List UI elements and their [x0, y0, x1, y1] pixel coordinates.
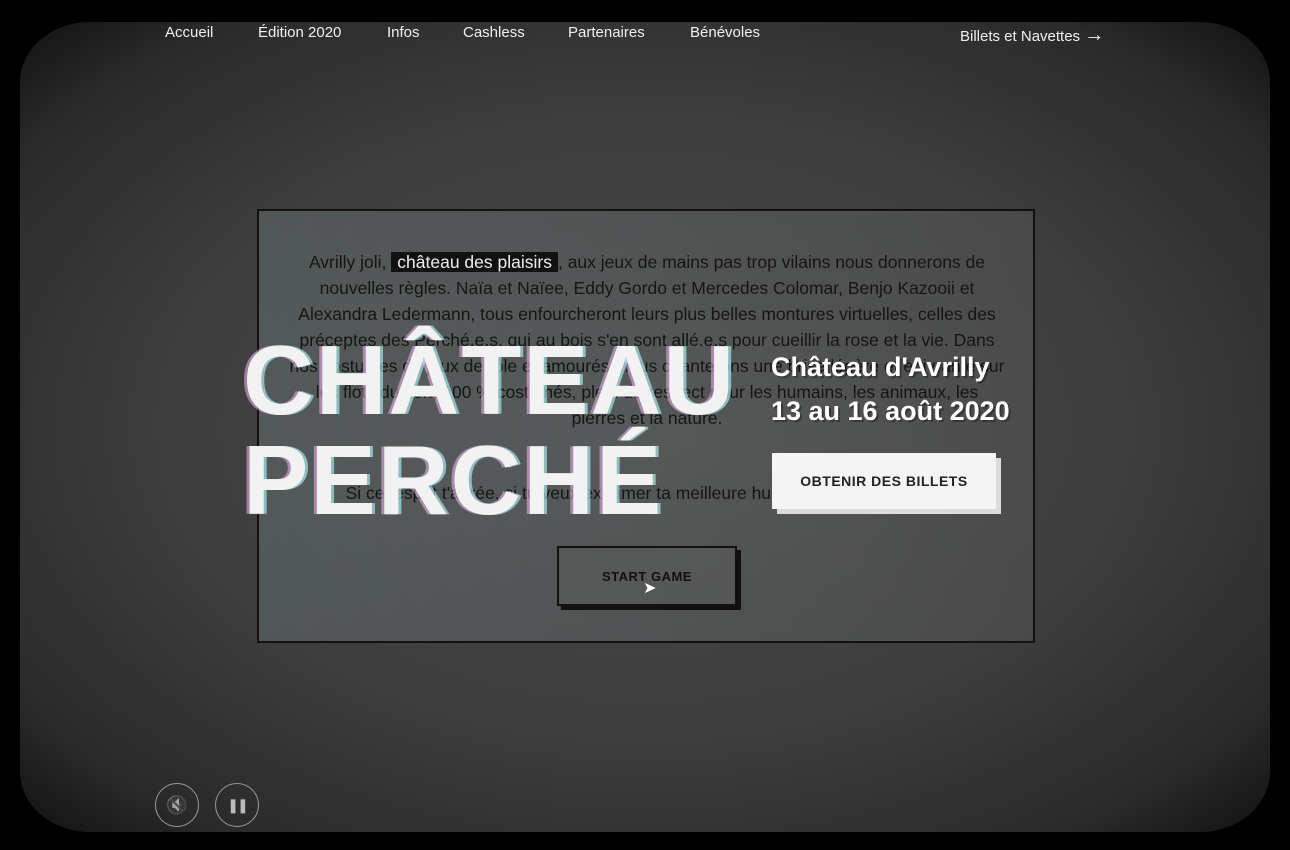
nav-benevoles[interactable]: Bénévoles: [690, 24, 760, 41]
nav-cashless[interactable]: Cashless: [463, 24, 525, 41]
mouse-cursor-icon: ➤: [643, 580, 657, 597]
nav-accueil[interactable]: Accueil: [165, 24, 213, 41]
nav-infos[interactable]: Infos: [387, 24, 420, 41]
event-info: Château d'Avrilly 13 au 16 août 2020: [771, 345, 1010, 433]
title-line-2: PERCHÉ: [243, 425, 664, 535]
get-tickets-button[interactable]: OBTENIR DES BILLETS: [772, 453, 996, 509]
highlight-text: château des plaisirs: [391, 252, 558, 272]
nav-partenaires[interactable]: Partenaires: [568, 24, 645, 41]
title-line-1: CHÂTEAU: [243, 325, 737, 435]
nav-cta-label: Billets et Navettes: [960, 28, 1081, 45]
nav-edition-2020[interactable]: Édition 2020: [258, 24, 341, 41]
festival-title: CHÂTEAU PERCHÉ: [243, 330, 736, 530]
event-dates: 13 au 16 août 2020: [771, 396, 1010, 426]
arrow-right-icon: →: [1084, 24, 1105, 46]
mute-button[interactable]: 🔇: [155, 783, 199, 827]
venue-name: Château d'Avrilly: [771, 352, 990, 382]
pause-icon: ❚❚: [227, 796, 249, 813]
top-nav: Accueil Édition 2020 Infos Cashless Part…: [0, 24, 1290, 46]
intro-before: Avrilly joli,: [308, 252, 392, 272]
nav-billets-navettes[interactable]: Billets et Navettes →: [960, 24, 1104, 47]
pause-button[interactable]: ❚❚: [215, 783, 259, 827]
speaker-muted-icon: 🔇: [165, 794, 189, 815]
